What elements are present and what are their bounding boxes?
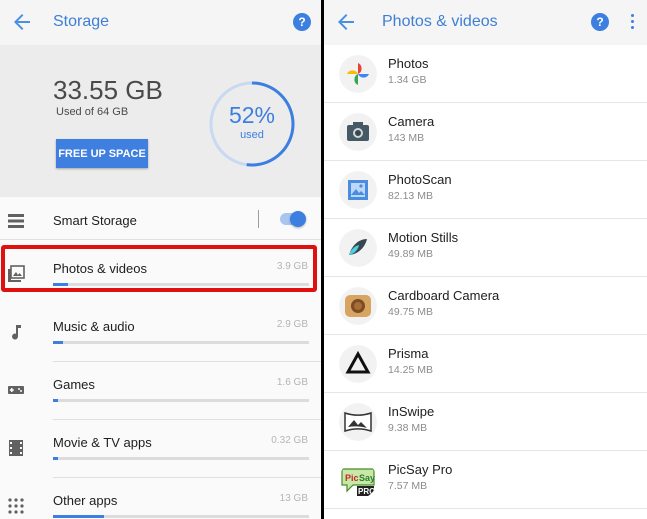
category-size: 2.9 GB — [276, 319, 308, 330]
selection-highlight — [1, 245, 317, 292]
app-row-picsay-pro[interactable]: Pic Say PRO PicSay Pro 7.57 MB — [324, 451, 647, 509]
usage-percent: 52% — [228, 102, 276, 128]
app-size: 9.38 MB — [388, 422, 428, 434]
category-usage-bar — [53, 515, 309, 518]
category-label: Other apps — [53, 493, 118, 508]
free-up-space-button[interactable]: FREE UP SPACE — [56, 139, 148, 168]
app-size: 7.57 MB — [388, 480, 428, 492]
music-note-icon — [12, 325, 21, 340]
category-size: 0.32 GB — [271, 435, 308, 446]
gamepad-icon — [8, 386, 24, 394]
cardboard-camera-icon — [339, 287, 377, 325]
page-title: Photos & videos — [382, 13, 498, 30]
app-name: PhotoScan — [388, 172, 452, 187]
category-usage-bar — [53, 341, 309, 344]
storage-app-bar: Storage ? — [0, 0, 321, 45]
category-usage-bar — [53, 457, 309, 460]
app-size: 143 MB — [388, 132, 425, 144]
google-photos-icon — [339, 55, 377, 93]
app-name: Cardboard Camera — [388, 288, 500, 303]
category-usage-fill — [53, 457, 59, 460]
app-row-photos[interactable]: Photos 1.34 GB — [324, 45, 647, 103]
app-size: 82.13 MB — [388, 190, 433, 202]
app-size: 49.89 MB — [388, 248, 433, 260]
used-amount: 33.55 GB — [53, 75, 163, 105]
app-name: Prisma — [388, 346, 429, 361]
svg-text:Say: Say — [359, 473, 375, 483]
category-usage-fill — [53, 341, 64, 344]
camera-icon — [339, 113, 377, 151]
category-label: Movie & TV apps — [53, 435, 152, 450]
picsay-pro-icon: Pic Say PRO — [339, 461, 377, 499]
app-row-photoscan[interactable]: PhotoScan 82.13 MB — [324, 161, 647, 219]
category-usage-fill — [53, 399, 59, 402]
toggle-divider — [258, 210, 259, 228]
help-icon[interactable]: ? — [591, 13, 609, 31]
category-size: 13 GB — [279, 493, 308, 504]
photos-videos-app-bar: Photos & videos ? — [324, 0, 647, 45]
app-name: Motion Stills — [388, 230, 459, 245]
more-options-icon[interactable] — [631, 14, 635, 30]
svg-text:Pic: Pic — [345, 473, 359, 483]
app-size: 49.75 MB — [388, 306, 433, 318]
app-name: InSwipe — [388, 404, 435, 419]
smart-storage-toggle-knob[interactable] — [290, 211, 306, 227]
svg-text:PRO: PRO — [358, 487, 375, 496]
category-label: Music & audio — [53, 319, 135, 334]
app-name: Photos — [388, 56, 429, 71]
used-of-total: Used of 64 GB — [56, 106, 129, 118]
apps-grid-icon — [8, 498, 24, 514]
app-size: 14.25 MB — [388, 364, 433, 376]
back-arrow-icon[interactable] — [10, 10, 34, 34]
category-size: 1.6 GB — [276, 377, 308, 388]
photoscan-icon — [339, 171, 377, 209]
app-row-motion-stills[interactable]: Motion Stills 49.89 MB — [324, 219, 647, 277]
back-arrow-icon[interactable] — [334, 10, 358, 34]
category-usage-bar — [53, 399, 309, 402]
divider — [0, 239, 321, 240]
usage-percent-caption: used — [240, 129, 264, 141]
help-icon[interactable]: ? — [293, 13, 311, 31]
app-row-prisma[interactable]: Prisma 14.25 MB — [324, 335, 647, 393]
motion-stills-icon — [339, 229, 377, 267]
inswipe-icon — [339, 403, 377, 441]
category-usage-fill — [53, 515, 105, 518]
category-row-movie-tv[interactable]: Movie & TV apps 0.32 GB — [0, 419, 321, 477]
photos-videos-screen: Photos & videos ? Photos 1.34 GB Camera … — [324, 0, 647, 519]
storage-summary: 33.55 GB Used of 64 GB FREE UP SPACE 52%… — [0, 45, 321, 197]
category-label: Games — [53, 377, 95, 392]
prisma-icon — [339, 345, 377, 383]
app-name: Camera — [388, 114, 435, 129]
app-row-cardboard-camera[interactable]: Cardboard Camera 49.75 MB — [324, 277, 647, 335]
app-size: 1.34 GB — [388, 74, 427, 86]
page-title: Storage — [53, 13, 110, 30]
app-name: PicSay Pro — [388, 462, 453, 477]
app-row-inswipe[interactable]: InSwipe 9.38 MB — [324, 393, 647, 451]
smart-storage-label: Smart Storage — [53, 213, 137, 228]
category-row-music-audio[interactable]: Music & audio 2.9 GB — [0, 303, 321, 361]
storage-screen: Storage ? 33.55 GB Used of 64 GB FREE UP… — [0, 0, 321, 519]
film-icon — [9, 440, 23, 456]
category-row-games[interactable]: Games 1.6 GB — [0, 361, 321, 419]
category-row-other-apps[interactable]: Other apps 13 GB — [0, 477, 321, 519]
storage-list-icon — [8, 214, 24, 228]
app-row-camera[interactable]: Camera 143 MB — [324, 103, 647, 161]
